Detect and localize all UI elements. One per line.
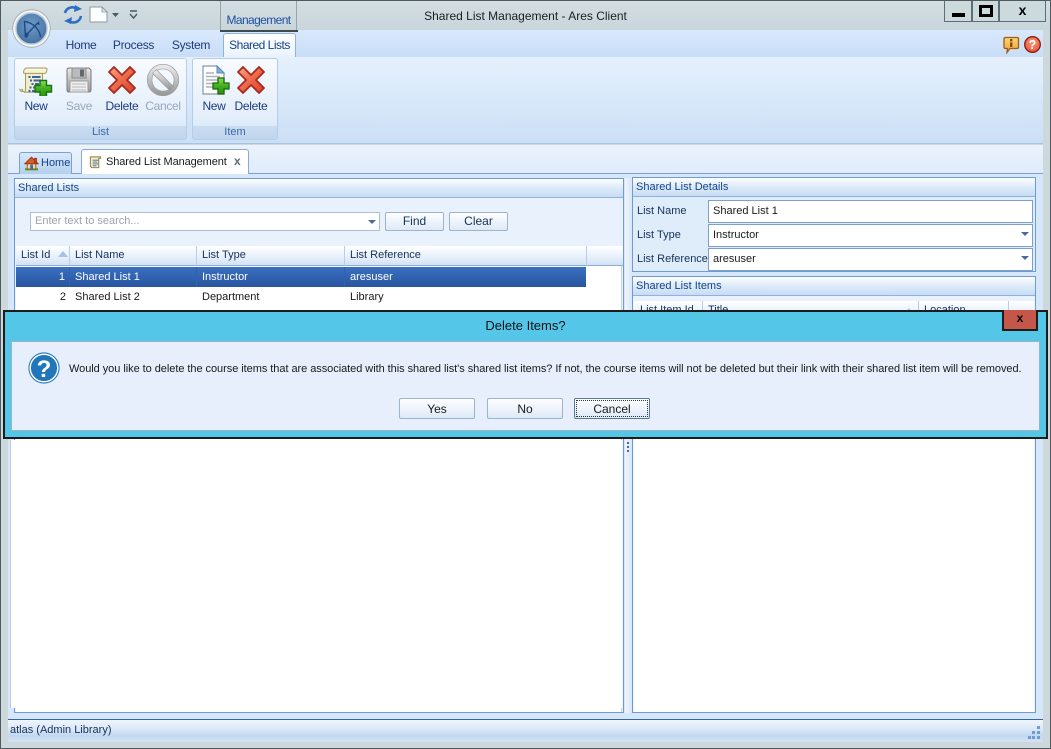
svg-text:?: ? [1029,38,1037,52]
svg-text:?: ? [37,356,52,383]
